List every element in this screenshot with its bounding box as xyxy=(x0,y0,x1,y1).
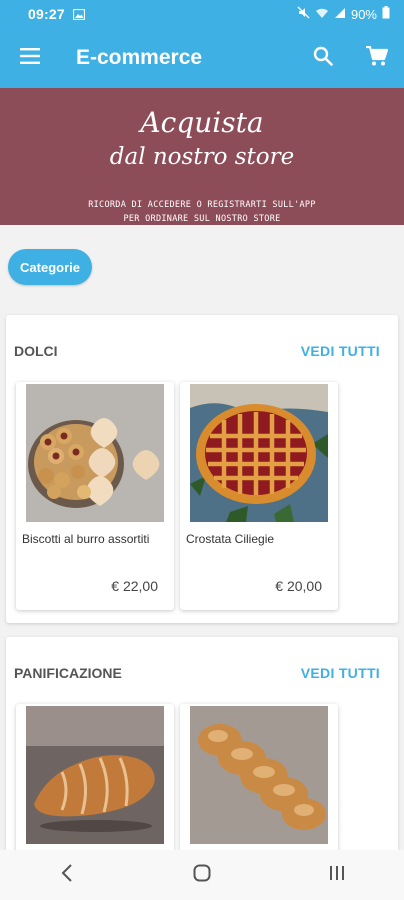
banner-subheadline: dal nostro store xyxy=(109,144,295,170)
product-name: Biscotti al burro assortiti xyxy=(22,532,150,546)
product-card[interactable] xyxy=(16,704,174,850)
banner-note-line1: RICORDA DI ACCEDERE O REGISTRARTI SULL'A… xyxy=(88,200,316,210)
main-content: Categorie DOLCI VEDI TUTTI Biscotti al b… xyxy=(0,225,404,850)
mute-icon xyxy=(297,6,310,22)
banner-note-line2: PER ORDINARE SUL NOSTRO STORE xyxy=(123,214,281,224)
home-button[interactable] xyxy=(172,850,232,900)
menu-button[interactable] xyxy=(0,28,60,88)
section-title: DOLCI xyxy=(14,343,58,359)
app-bar: E-commerce xyxy=(0,28,404,88)
section-title: PANIFICAZIONE xyxy=(14,665,122,681)
product-image xyxy=(26,384,164,522)
see-all-link[interactable]: VEDI TUTTI xyxy=(301,343,380,359)
product-card[interactable]: Biscotti al burro assortiti € 22,00 xyxy=(16,382,174,610)
recents-icon xyxy=(328,865,346,886)
cart-button[interactable] xyxy=(350,28,404,88)
battery-icon xyxy=(382,6,390,22)
product-name: Crostata Ciliegie xyxy=(186,532,275,546)
product-card[interactable]: Crostata Ciliegie € 20,00 xyxy=(180,382,338,610)
battery-level: 90% xyxy=(350,6,377,22)
product-image xyxy=(190,384,328,522)
hamburger-icon xyxy=(20,47,40,69)
categories-chip[interactable]: Categorie xyxy=(8,249,92,285)
product-image xyxy=(190,706,328,844)
banner-headline: Acquista xyxy=(140,106,264,139)
product-card[interactable] xyxy=(180,704,338,850)
section-dolci: DOLCI VEDI TUTTI Biscotti al burro assor… xyxy=(6,315,398,623)
product-price: € 20,00 xyxy=(275,578,322,594)
status-bar: 09:27 90% xyxy=(0,0,404,28)
product-price: € 22,00 xyxy=(111,578,158,594)
promo-banner[interactable]: Acquista dal nostro store RICORDA DI ACC… xyxy=(0,88,404,225)
signal-icon xyxy=(334,7,346,22)
gallery-icon xyxy=(72,8,85,20)
wifi-icon xyxy=(315,7,329,22)
home-icon xyxy=(193,864,211,887)
recents-button[interactable] xyxy=(307,850,367,900)
see-all-link[interactable]: VEDI TUTTI xyxy=(301,665,380,681)
status-time: 09:27 xyxy=(28,6,65,22)
search-button[interactable] xyxy=(296,28,350,88)
back-button[interactable] xyxy=(37,850,97,900)
product-image xyxy=(26,706,164,844)
search-icon xyxy=(313,46,333,71)
shopping-cart-icon xyxy=(366,45,389,71)
back-chevron-icon xyxy=(61,863,73,887)
section-panificazione: PANIFICAZIONE VEDI TUTTI xyxy=(6,637,398,850)
app-title: E-commerce xyxy=(76,46,203,69)
system-nav-bar xyxy=(0,850,404,900)
